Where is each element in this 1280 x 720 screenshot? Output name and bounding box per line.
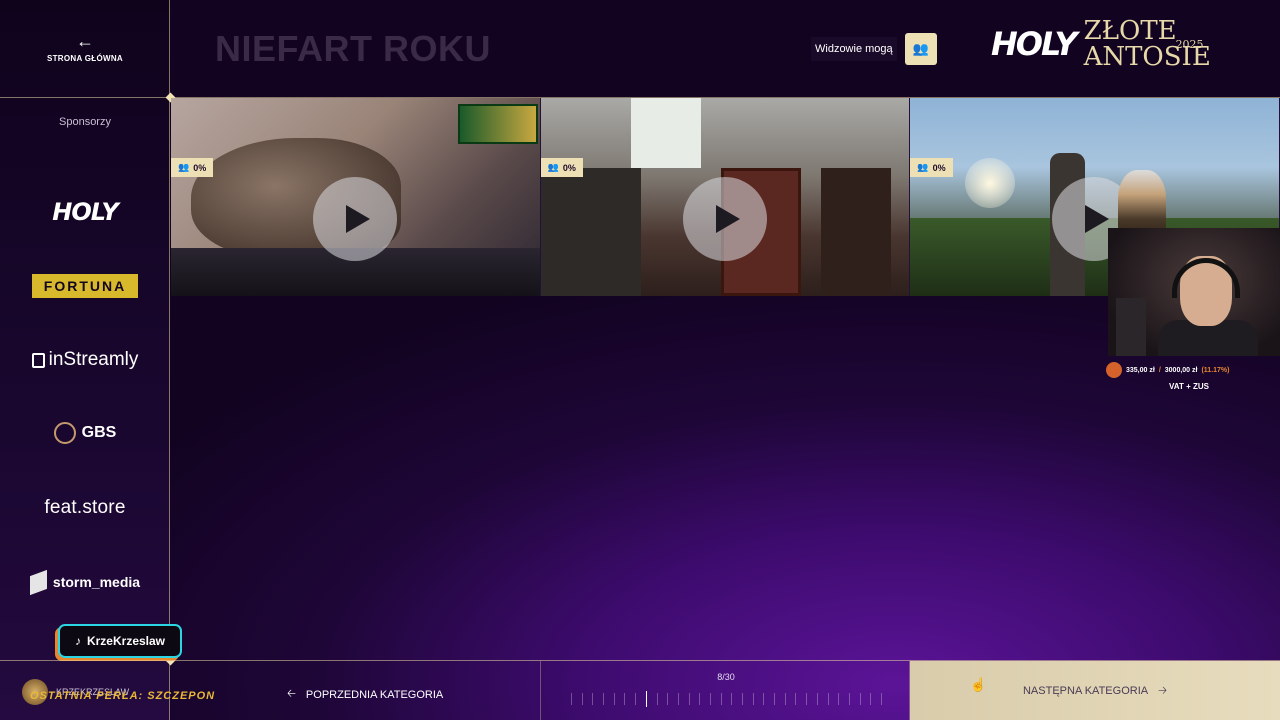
progress-tick bbox=[774, 693, 776, 705]
progress-tick bbox=[795, 693, 797, 705]
progress-tick bbox=[709, 693, 711, 705]
video-card[interactable]: 👥 0% bbox=[171, 98, 541, 296]
sponsors-heading: Sponsorzy bbox=[59, 116, 111, 128]
home-label: STRONA GŁÓWNA bbox=[46, 54, 124, 63]
arrow-left-icon: 🡠 bbox=[287, 688, 296, 700]
progress-tick bbox=[613, 693, 615, 705]
page-title: NIEFART ROKU bbox=[215, 28, 491, 69]
event-logo: HOLY ZŁOTE ANTOSIE 2025 bbox=[991, 18, 1211, 70]
progress-ticks bbox=[571, 691, 882, 707]
webcam-overlay bbox=[1108, 228, 1280, 356]
progress-tick bbox=[571, 693, 572, 705]
vote-percent-badge: 👥 0% bbox=[171, 158, 214, 177]
video-card[interactable]: 👥 0% bbox=[540, 98, 911, 296]
sponsor-featstore-logo[interactable]: feat.store bbox=[0, 488, 170, 528]
progress-tick bbox=[677, 693, 679, 705]
home-button[interactable]: ← STRONA GŁÓWNA bbox=[0, 0, 170, 97]
progress-tick bbox=[752, 693, 754, 705]
next-category-button[interactable]: NASTĘPNA KATEGORIA 🡢 bbox=[910, 661, 1280, 720]
progress-counter: 8/30 bbox=[717, 672, 735, 682]
progress-tick bbox=[806, 693, 808, 705]
last-pearl-overlay: OSTATNIA PERŁA: SZCZEPON bbox=[30, 690, 216, 702]
sponsor-fortuna-logo[interactable]: FORTUNA bbox=[0, 266, 170, 306]
progress-tick bbox=[624, 693, 626, 705]
progress-tick bbox=[870, 693, 872, 705]
brand-title: ZŁOTE ANTOSIE 2025 bbox=[1083, 16, 1211, 72]
users-icon: 👥 bbox=[547, 162, 559, 172]
progress-tick bbox=[827, 693, 829, 705]
previous-category-button[interactable]: 🡠 POPRZEDNIA KATEGORIA bbox=[287, 685, 443, 704]
progress-tick bbox=[838, 693, 840, 705]
progress-tick bbox=[731, 693, 733, 705]
progress-tick bbox=[635, 693, 637, 705]
top-bar: NIEFART ROKU Widzowie mogą 👥 HOLY ZŁOTE … bbox=[171, 0, 1280, 97]
progress-tick bbox=[784, 693, 786, 705]
progress-tick bbox=[581, 693, 583, 705]
play-button[interactable] bbox=[313, 177, 397, 261]
footer: KRZEKRZESLAW OSTATNIA PERŁA: SZCZEPON 🡠 … bbox=[0, 660, 1280, 720]
progress-tick bbox=[859, 693, 861, 705]
progress-tick bbox=[763, 693, 765, 705]
arrow-left-icon: ← bbox=[76, 31, 94, 51]
sidebar: ← STRONA GŁÓWNA Sponsorzy HOLY FORTUNA i… bbox=[0, 0, 170, 720]
tiktok-handle: KrzeKrzeslaw bbox=[86, 634, 166, 648]
progress-tick bbox=[699, 693, 701, 705]
donation-goal: 335,00 zł / 3000,00 zł (11.17%) bbox=[1106, 362, 1280, 378]
gbs-crosshair-icon bbox=[53, 422, 76, 444]
goal-label: VAT + ZUS bbox=[1169, 382, 1209, 391]
play-icon bbox=[715, 205, 740, 233]
brand-year: 2025 bbox=[1175, 38, 1204, 51]
headphones-icon bbox=[1172, 258, 1240, 298]
play-button[interactable] bbox=[682, 177, 767, 261]
progress-tick bbox=[848, 693, 850, 705]
vote-percent-badge: 👥 0% bbox=[910, 158, 953, 177]
progress-tick bbox=[742, 693, 744, 705]
goal-icon bbox=[1106, 362, 1122, 378]
progress-tick bbox=[603, 693, 605, 705]
sponsor-stormmedia-logo[interactable]: storm_media bbox=[0, 562, 170, 602]
progress-tick bbox=[720, 693, 722, 705]
tiktok-badge: ♪ KrzeKrzeslaw bbox=[58, 624, 182, 658]
category-progress: 8/30 bbox=[540, 661, 910, 720]
progress-tick bbox=[688, 693, 690, 705]
play-icon bbox=[346, 205, 370, 233]
progress-tick bbox=[656, 693, 658, 705]
progress-tick bbox=[592, 693, 594, 705]
progress-tick bbox=[816, 693, 818, 705]
storm-mark-icon bbox=[29, 569, 47, 595]
progress-tick-current bbox=[645, 691, 647, 707]
users-icon: 👥 bbox=[178, 162, 190, 172]
users-icon: 👥 bbox=[917, 162, 929, 172]
instreamly-mark-icon bbox=[31, 352, 45, 368]
sponsor-holy-logo[interactable]: HOLY bbox=[0, 192, 170, 232]
brand-holy: HOLY bbox=[991, 25, 1078, 63]
viewers-button[interactable]: 👥 bbox=[904, 33, 937, 65]
arrow-right-icon: 🡢 bbox=[1158, 684, 1168, 697]
progress-tick bbox=[881, 693, 882, 705]
play-icon bbox=[1085, 205, 1110, 233]
vote-percent-badge: 👥 0% bbox=[540, 158, 583, 177]
users-icon: 👥 bbox=[912, 41, 929, 56]
sponsor-gbs-logo[interactable]: GBS bbox=[0, 413, 170, 453]
sponsor-instreamly-logo[interactable]: inStreamly bbox=[0, 340, 170, 380]
viewers-label: Widzowie mogą bbox=[811, 37, 897, 61]
mouse-cursor-icon: ☝ bbox=[970, 677, 987, 692]
viewers-control: Widzowie mogą 👥 bbox=[811, 33, 937, 65]
tiktok-icon: ♪ bbox=[74, 634, 81, 648]
progress-tick bbox=[667, 693, 669, 705]
